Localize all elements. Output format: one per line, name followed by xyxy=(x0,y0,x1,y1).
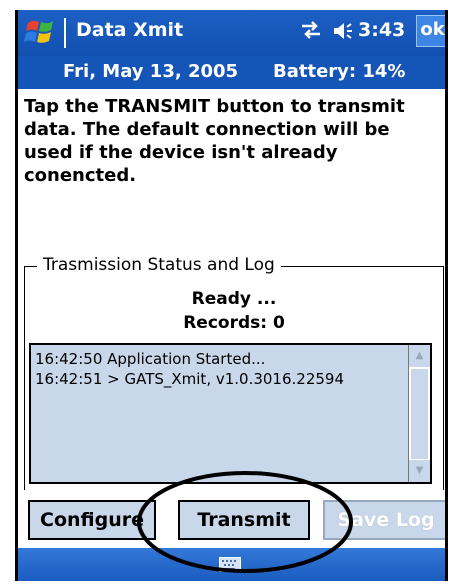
ok-button[interactable]: ok xyxy=(416,15,445,47)
connectivity-icon[interactable] xyxy=(300,20,322,40)
app-title: Data Xmit xyxy=(76,19,184,41)
scroll-down-arrow-icon[interactable]: ▼ xyxy=(409,460,430,482)
windows-start-icon[interactable] xyxy=(24,17,56,47)
instruction-text: Tap the TRANSMIT button to transmit data… xyxy=(24,96,405,186)
log-line: 16:42:50 Application Started... xyxy=(35,350,266,368)
scroll-up-arrow-icon[interactable]: ▲ xyxy=(409,345,430,367)
battery-text: Battery: 14% xyxy=(273,61,406,82)
title-separator xyxy=(64,18,66,48)
log-listbox[interactable]: 16:42:50 Application Started... 16:42:51… xyxy=(29,343,432,484)
volume-icon[interactable] xyxy=(331,20,353,42)
date-bar: Fri, May 13, 2005 Battery: 14% xyxy=(18,56,445,89)
records-count: Records: 0 xyxy=(183,313,285,333)
log-line: 16:42:51 > GATS_Xmit, v1.0.3016.22594 xyxy=(35,370,345,388)
status-text: Ready ... xyxy=(191,289,277,309)
scroll-thumb[interactable] xyxy=(411,369,428,459)
group-legend: Trasmission Status and Log xyxy=(37,255,281,275)
log-scrollbar[interactable]: ▲ ▼ xyxy=(408,345,430,482)
title-bar: Data Xmit 3:43 ok xyxy=(18,10,445,56)
date-text: Fri, May 13, 2005 xyxy=(63,61,239,82)
log-lines: 16:42:50 Application Started... 16:42:51… xyxy=(35,349,405,389)
annotation-circle xyxy=(137,471,353,573)
clock[interactable]: 3:43 xyxy=(358,19,405,41)
